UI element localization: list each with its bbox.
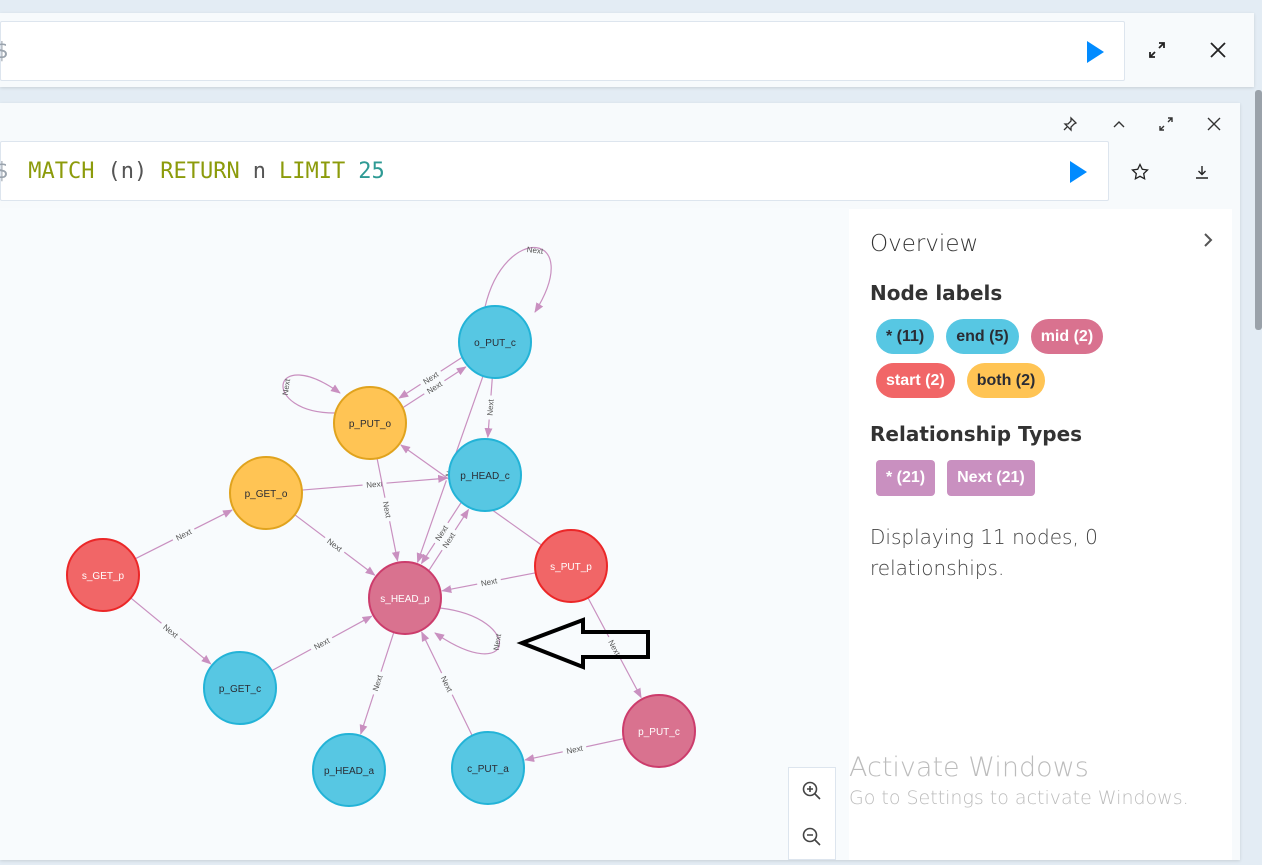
node-caption: s_PUT_p: [550, 562, 592, 573]
pattern: (n): [107, 158, 148, 184]
relationship-p_GET_o-p_HEAD_c[interactable]: Next: [301, 474, 449, 491]
query-editor[interactable]: $ MATCH (n) RETURN n LIMIT 25: [0, 141, 1109, 201]
node-label-chip[interactable]: mid (2): [1030, 319, 1104, 354]
keyword-limit: LIMIT: [278, 158, 346, 184]
watermark-subtitle: Go to Settings to activate Windows.: [849, 787, 1189, 809]
node-label-chip[interactable]: * (11): [876, 319, 935, 354]
node-caption: c_PUT_a: [467, 764, 509, 775]
relationship-label: Next: [485, 398, 495, 416]
node-s_PUT_p[interactable]: s_PUT_p: [534, 529, 608, 603]
pin-icon[interactable]: [1056, 110, 1084, 138]
run-query-button[interactable]: [1087, 41, 1104, 63]
graph-svg[interactable]: NextNext NextNextNextNextNextNextNextNext…: [0, 208, 849, 860]
close-icon[interactable]: [1200, 110, 1228, 138]
relationship-p_PUT_o-p_PUT_o[interactable]: Next: [281, 374, 341, 414]
node-s_GET_p[interactable]: s_GET_p: [66, 538, 140, 612]
result-frame: $ MATCH (n) RETURN n LIMIT 25 Next Next Ne…: [0, 103, 1240, 860]
expand-icon[interactable]: [1143, 36, 1171, 64]
watermark-title: Activate Windows: [849, 752, 1089, 783]
node-labels-heading: Node labels: [870, 281, 1003, 305]
run-query-button[interactable]: [1070, 161, 1087, 183]
node-caption: p_PUT_o: [349, 419, 392, 430]
cypher-input[interactable]: $: [0, 21, 1125, 81]
annotation-arrow: [516, 617, 650, 670]
relationship-s_PUT_p-p_PUT_c[interactable]: Next: [587, 597, 642, 699]
relationship-s_PUT_p-s_HEAD_p[interactable]: Next: [441, 572, 536, 594]
star-icon[interactable]: [1126, 158, 1154, 186]
overview-title: Overview: [870, 231, 979, 257]
relationship-p_GET_c-s_HEAD_p[interactable]: Next: [271, 615, 373, 672]
relationship-label: Next: [492, 633, 503, 651]
relationship-p_GET_o-s_HEAD_p[interactable]: Next: [294, 514, 376, 576]
close-icon[interactable]: [1204, 36, 1232, 64]
relationship-s_HEAD_p-p_HEAD_a[interactable]: Next: [359, 632, 395, 735]
relationship-type-chip[interactable]: * (21): [876, 460, 936, 496]
prompt-symbol: $: [0, 158, 9, 184]
graph-canvas[interactable]: Next Next Next Next Next Next Next Next Next Next…: [0, 208, 849, 860]
node-caption: p_PUT_c: [638, 727, 680, 738]
relationship-label: Next: [281, 378, 292, 396]
limit-value: 25: [358, 158, 385, 184]
relationship-s_GET_p-p_GET_c[interactable]: Next: [130, 597, 212, 665]
zoom-in-icon[interactable]: [789, 768, 835, 814]
expand-icon[interactable]: [1152, 110, 1180, 138]
relationship-o_PUT_c-o_PUT_c[interactable]: Next: [484, 245, 552, 313]
page-scrollbar[interactable]: [1255, 90, 1262, 330]
node-label-chip[interactable]: both (2): [966, 363, 1046, 398]
relationship-p_PUT_o-s_HEAD_p[interactable]: Next: [376, 458, 400, 562]
node-p_GET_o[interactable]: p_GET_o: [229, 456, 303, 530]
top-editor-frame: $: [0, 13, 1254, 87]
node-caption: p_GET_c: [219, 684, 261, 695]
node-caption: s_GET_p: [82, 571, 125, 582]
node-s_HEAD_p[interactable]: s_HEAD_p: [368, 561, 442, 635]
relationship-label: Next: [566, 743, 585, 755]
variable: n: [252, 158, 266, 184]
node-caption: s_HEAD_p: [380, 594, 430, 605]
node-o_PUT_c[interactable]: o_PUT_c: [458, 305, 532, 379]
relationship-o_PUT_c-p_HEAD_c[interactable]: Next: [484, 377, 496, 439]
node-caption: p_GET_o: [245, 489, 288, 500]
node-caption: p_HEAD_a: [324, 766, 374, 777]
relationship-s_GET_p-p_GET_o[interactable]: Next: [134, 509, 233, 560]
relationship-type-chip[interactable]: Next (21): [947, 460, 1035, 496]
node-label-chip[interactable]: start (2): [876, 363, 955, 398]
relationship-c_PUT_a-s_HEAD_p[interactable]: Next: [421, 631, 473, 736]
node-c_PUT_a[interactable]: c_PUT_a: [451, 731, 525, 805]
relationship-label: Next: [381, 501, 393, 520]
node-p_PUT_o[interactable]: p_PUT_o: [333, 386, 407, 460]
windows-activation-watermark: Activate Windows Go to Settings to activ…: [849, 752, 1189, 809]
relationship-label: Next: [480, 576, 499, 588]
relationship-p_PUT_c-c_PUT_a[interactable]: Next: [524, 738, 624, 762]
chevron-up-icon[interactable]: [1105, 110, 1133, 138]
keyword-match: MATCH: [28, 158, 95, 184]
node-p_HEAD_c[interactable]: p_HEAD_c: [448, 438, 522, 512]
node-label-chips: * (11) end (5) mid (2) start (2) both (2): [870, 319, 1160, 398]
prompt-symbol: $: [0, 38, 9, 64]
relationship-types-heading: Relationship Types: [870, 422, 1083, 446]
node-caption: o_PUT_c: [474, 338, 516, 349]
zoom-out-icon[interactable]: [789, 814, 835, 860]
relationship-type-chips: * (21) Next (21): [870, 460, 1160, 496]
relationship-s_HEAD_p-s_HEAD_p[interactable]: Next: [434, 607, 503, 655]
node-p_HEAD_a[interactable]: p_HEAD_a: [312, 733, 386, 807]
zoom-controls: [788, 767, 836, 860]
relationship-label: Next: [526, 245, 544, 256]
node-caption: p_HEAD_c: [460, 471, 509, 482]
node-p_GET_c[interactable]: p_GET_c: [203, 651, 277, 725]
download-icon[interactable]: [1188, 158, 1216, 186]
display-summary: Displaying 11 nodes, 0 relationships.: [870, 525, 1098, 580]
chevron-right-icon[interactable]: [1202, 229, 1214, 255]
keyword-return: RETURN: [160, 158, 240, 184]
node-p_PUT_c[interactable]: p_PUT_c: [622, 694, 696, 768]
node-label-chip[interactable]: end (5): [946, 319, 1019, 354]
